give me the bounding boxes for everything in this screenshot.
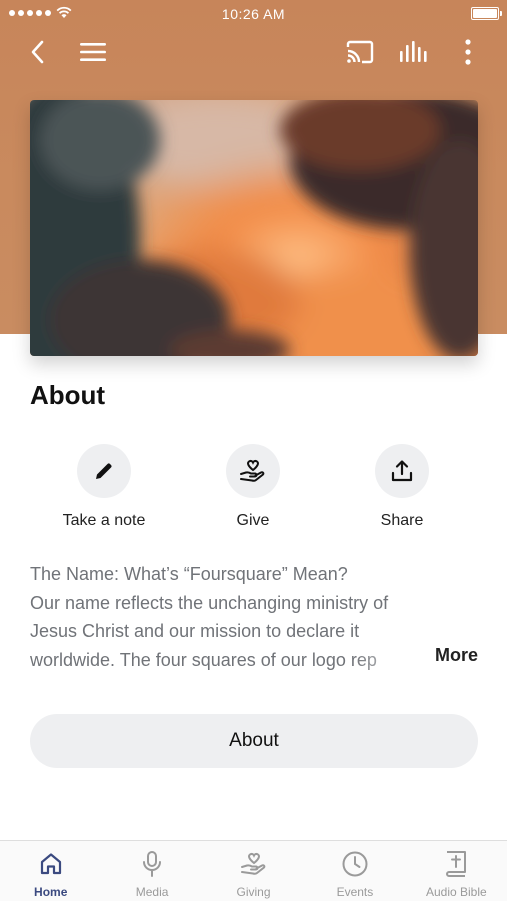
tab-media[interactable]: Media xyxy=(101,841,202,901)
chevron-left-icon xyxy=(31,40,44,64)
more-options-button[interactable] xyxy=(452,36,484,68)
share-upload-icon xyxy=(391,460,413,482)
sunset-clouds-image xyxy=(30,100,478,356)
tab-label: Home xyxy=(34,885,68,899)
take-note-button[interactable] xyxy=(77,444,131,498)
tab-giving[interactable]: Giving xyxy=(203,841,304,901)
menu-button[interactable] xyxy=(77,36,109,68)
give-button[interactable] xyxy=(226,444,280,498)
give-label: Give xyxy=(236,512,270,529)
cast-button[interactable] xyxy=(344,36,376,68)
more-link[interactable]: More xyxy=(435,645,478,666)
share-label: Share xyxy=(380,512,424,529)
tab-label: Media xyxy=(135,885,169,899)
hero-image xyxy=(30,100,478,356)
description-line: worldwide. The four squares of our logo … xyxy=(30,649,377,670)
tab-bar: Home Media Giving Events Audio Bible xyxy=(0,840,507,901)
more-vertical-icon xyxy=(465,39,471,65)
hamburger-menu-icon xyxy=(80,43,106,61)
tab-label: Giving xyxy=(236,885,271,899)
tab-label: Audio Bible xyxy=(425,885,487,899)
audio-button[interactable] xyxy=(398,36,430,68)
status-bar: 10:26 AM xyxy=(0,0,507,28)
share-action[interactable]: Share xyxy=(327,444,477,530)
bible-icon xyxy=(441,849,471,879)
about-description: The Name: What’s “Foursquare” Mean? Our … xyxy=(30,560,478,674)
pencil-icon xyxy=(96,463,112,479)
take-note-action[interactable]: Take a note xyxy=(29,444,179,530)
battery-icon xyxy=(471,7,502,20)
tab-home[interactable]: Home xyxy=(0,841,101,901)
heart-hand-icon xyxy=(239,849,269,879)
tab-events[interactable]: Events xyxy=(304,841,405,901)
description-line: Our name reflects the unchanging ministr… xyxy=(30,592,389,613)
audio-bars-icon xyxy=(400,41,427,62)
section-title: About xyxy=(30,380,106,410)
tab-label: Events xyxy=(336,885,374,899)
clock-icon xyxy=(340,849,370,879)
tab-audio-bible[interactable]: Audio Bible xyxy=(406,841,507,901)
give-action[interactable]: Give xyxy=(178,444,328,530)
back-button[interactable] xyxy=(22,36,54,68)
share-button[interactable] xyxy=(375,444,429,498)
status-time: 10:26 AM xyxy=(221,6,286,22)
description-line: Jesus Christ and our mission to declare … xyxy=(30,621,360,641)
microphone-icon xyxy=(137,849,167,879)
home-icon xyxy=(36,849,66,879)
about-button[interactable]: About xyxy=(30,714,478,768)
description-line: The Name: What’s “Foursquare” Mean? xyxy=(30,564,348,584)
heart-hand-icon xyxy=(240,459,265,482)
cast-icon xyxy=(346,40,374,64)
take-note-label: Take a note xyxy=(62,512,146,529)
